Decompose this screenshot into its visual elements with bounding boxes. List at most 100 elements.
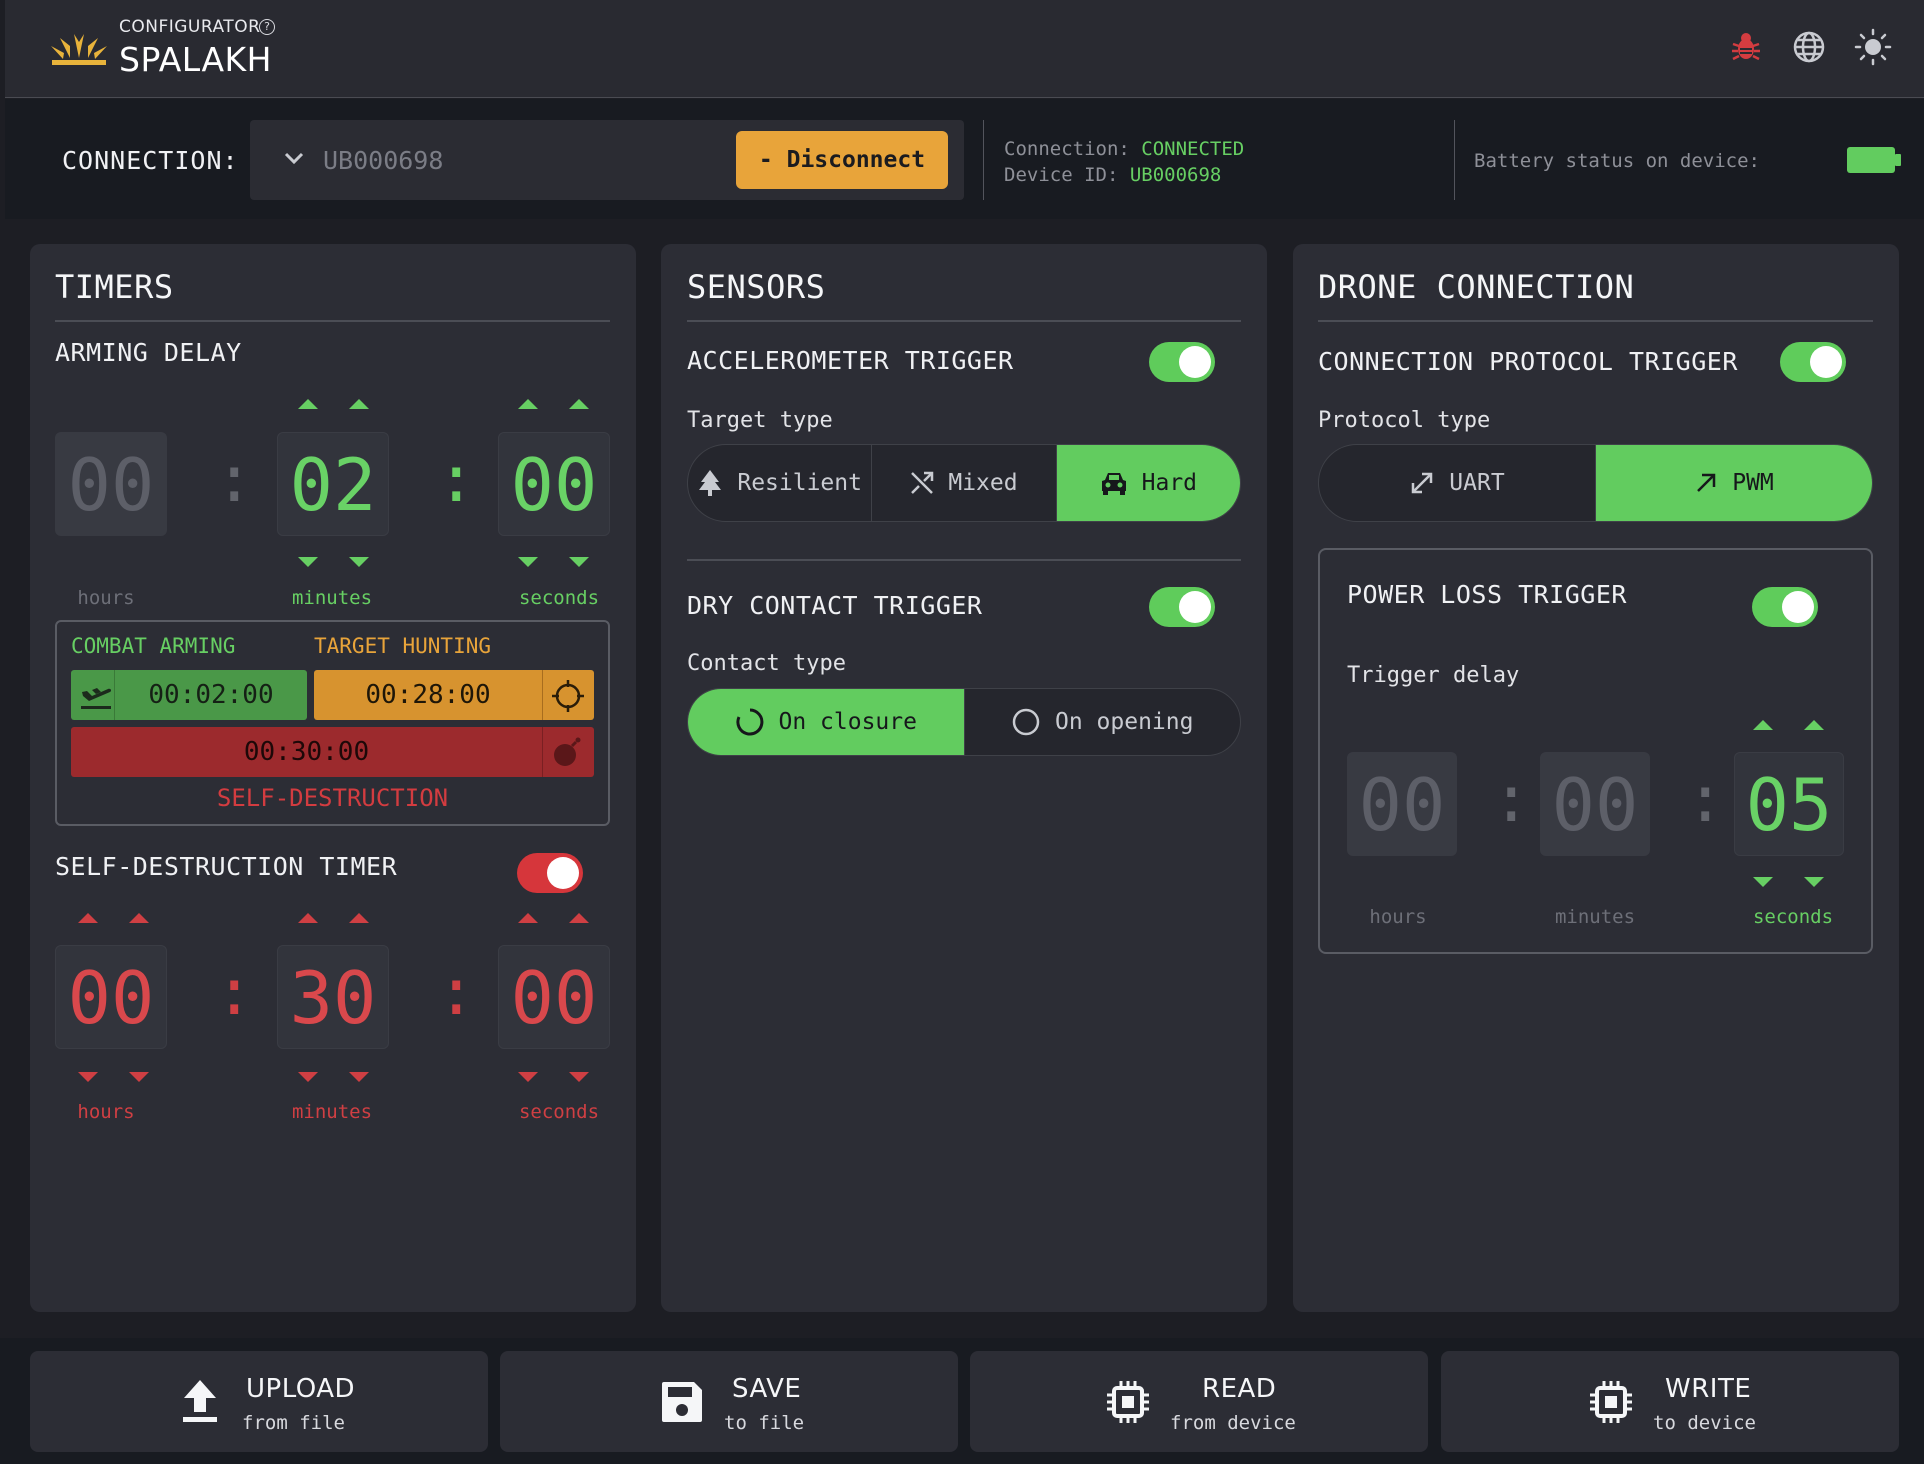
protocol-uart-option[interactable]: UART	[1319, 445, 1596, 521]
target-mixed-option[interactable]: Mixed	[872, 445, 1057, 521]
sd-hours-display[interactable]: 00	[55, 945, 167, 1049]
disconnect-button[interactable]: - Disconnect	[736, 131, 948, 189]
tree-icon	[699, 470, 722, 496]
save-sub-label: to file	[724, 1412, 805, 1434]
sd-seconds-tens-down-arrow[interactable]	[518, 1072, 538, 1082]
contact-closure-option[interactable]: On closure	[688, 689, 965, 755]
power-loss-trigger-title: POWER LOSS TRIGGER	[1347, 580, 1627, 609]
bug-icon[interactable]	[1727, 28, 1765, 66]
sd-minutes-tens-down-arrow[interactable]	[298, 1072, 318, 1082]
sd-seconds-display[interactable]: 00	[498, 945, 610, 1049]
seconds-tens-down-arrow[interactable]	[518, 557, 538, 567]
upload-icon	[183, 1380, 217, 1422]
pl-hours-display[interactable]: 00	[1347, 752, 1457, 856]
sd-hours-ones-up-arrow[interactable]	[129, 913, 149, 923]
minutes-label: minutes	[291, 1101, 373, 1123]
contact-opening-option[interactable]: On opening	[965, 689, 1241, 755]
connection-protocol-toggle[interactable]	[1780, 342, 1846, 382]
device-id-label: Device ID:	[1004, 164, 1119, 186]
target-type-selector[interactable]: Resilient Mixed Hard	[687, 444, 1241, 522]
divider	[1454, 120, 1455, 200]
target-hard-option[interactable]: Hard	[1056, 445, 1240, 521]
power-loss-toggle[interactable]	[1752, 587, 1818, 627]
contact-type-selector[interactable]: On closure On opening	[687, 688, 1241, 756]
accelerometer-toggle[interactable]	[1149, 342, 1215, 382]
pl-seconds-ones-down-arrow[interactable]	[1804, 877, 1824, 887]
pl-seconds-display[interactable]: 05	[1734, 752, 1844, 856]
arming-seconds-display[interactable]: 00	[498, 432, 610, 536]
protocol-pwm-option[interactable]: PWM	[1596, 445, 1872, 521]
help-icon[interactable]: ?	[259, 19, 275, 35]
sd-hours-tens-up-arrow[interactable]	[78, 913, 98, 923]
target-resilient-option[interactable]: Resilient	[688, 445, 873, 521]
divider	[542, 670, 543, 720]
save-main-label: SAVE	[732, 1374, 802, 1404]
time-separator: :	[437, 443, 476, 517]
read-button[interactable]	[970, 1351, 1428, 1452]
save-button[interactable]	[500, 1351, 958, 1452]
connection-status: Connection: CONNECTED	[1004, 138, 1244, 160]
arming-hours-display[interactable]: 00	[55, 432, 167, 536]
minutes-tens-down-arrow[interactable]	[298, 557, 318, 567]
sd-seconds-ones-up-arrow[interactable]	[569, 913, 589, 923]
dry-contact-toggle[interactable]	[1149, 587, 1215, 627]
pl-minutes-display[interactable]: 00	[1540, 752, 1650, 856]
pl-seconds-tens-up-arrow[interactable]	[1753, 720, 1773, 730]
globe-icon[interactable]	[1790, 28, 1828, 66]
pl-seconds-ones-up-arrow[interactable]	[1804, 720, 1824, 730]
minutes-ones-up-arrow[interactable]	[349, 399, 369, 409]
pl-seconds-tens-down-arrow[interactable]	[1753, 877, 1773, 887]
seconds-ones-down-arrow[interactable]	[569, 557, 589, 567]
minutes-ones-down-arrow[interactable]	[349, 557, 369, 567]
target-type-label: Target type	[687, 408, 833, 433]
time-separator: :	[1686, 763, 1725, 837]
car-icon	[1101, 473, 1126, 495]
sd-hours-tens-down-arrow[interactable]	[78, 1072, 98, 1082]
arming-delay-title: ARMING DELAY	[55, 338, 242, 367]
time-separator: :	[215, 956, 254, 1030]
sd-minutes-ones-up-arrow[interactable]	[349, 913, 369, 923]
battery-full-icon	[1847, 147, 1901, 173]
arming-minutes-display[interactable]: 02	[277, 432, 389, 536]
sensors-title: SENSORS	[687, 268, 826, 306]
upload-main-label: UPLOAD	[246, 1374, 356, 1404]
loading-circle-icon	[735, 708, 763, 736]
divider	[55, 320, 610, 322]
floppy-disk-icon	[662, 1382, 702, 1422]
sd-minutes-display[interactable]: 30	[277, 945, 389, 1049]
shuffle-icon	[911, 471, 934, 494]
app-title: SPALAKH	[119, 40, 272, 79]
combat-arming-time: 00:02:00	[148, 680, 274, 710]
read-sub-label: from device	[1170, 1412, 1296, 1434]
seconds-label: seconds	[1752, 906, 1834, 928]
sd-seconds-tens-up-arrow[interactable]	[518, 913, 538, 923]
hours-label: hours	[77, 1101, 135, 1123]
divider	[1318, 320, 1873, 322]
minutes-tens-up-arrow[interactable]	[298, 399, 318, 409]
combat-arming-label: COMBAT ARMING	[71, 634, 236, 658]
device-select-value[interactable]: UB000698	[323, 146, 443, 175]
hours-label: hours	[1369, 906, 1427, 928]
sd-hours-ones-down-arrow[interactable]	[129, 1072, 149, 1082]
target-resilient-label: Resilient	[737, 470, 862, 496]
sd-minutes-ones-down-arrow[interactable]	[349, 1072, 369, 1082]
sun-icon[interactable]	[1854, 28, 1892, 66]
seconds-tens-up-arrow[interactable]	[518, 399, 538, 409]
write-sub-label: to device	[1653, 1412, 1756, 1434]
connection-status-label: Connection:	[1004, 138, 1130, 160]
crosshair-icon	[552, 680, 584, 712]
timers-title: TIMERS	[55, 268, 174, 306]
chevron-down-icon[interactable]	[284, 151, 304, 165]
sd-minutes-tens-up-arrow[interactable]	[298, 913, 318, 923]
device-id: Device ID: UB000698	[1004, 164, 1221, 186]
connection-status-value: CONNECTED	[1141, 138, 1245, 160]
target-hard-label: Hard	[1141, 470, 1198, 496]
self-destruction-timer-title: SELF-DESTRUCTION TIMER	[55, 852, 398, 881]
sd-seconds-ones-down-arrow[interactable]	[569, 1072, 589, 1082]
trigger-delay-label: Trigger delay	[1347, 663, 1520, 688]
device-id-value: UB000698	[1129, 164, 1222, 186]
self-destruction-toggle[interactable]	[517, 853, 583, 893]
protocol-type-selector[interactable]: UART PWM	[1318, 444, 1873, 522]
seconds-ones-up-arrow[interactable]	[569, 399, 589, 409]
minutes-label: minutes	[291, 587, 373, 609]
